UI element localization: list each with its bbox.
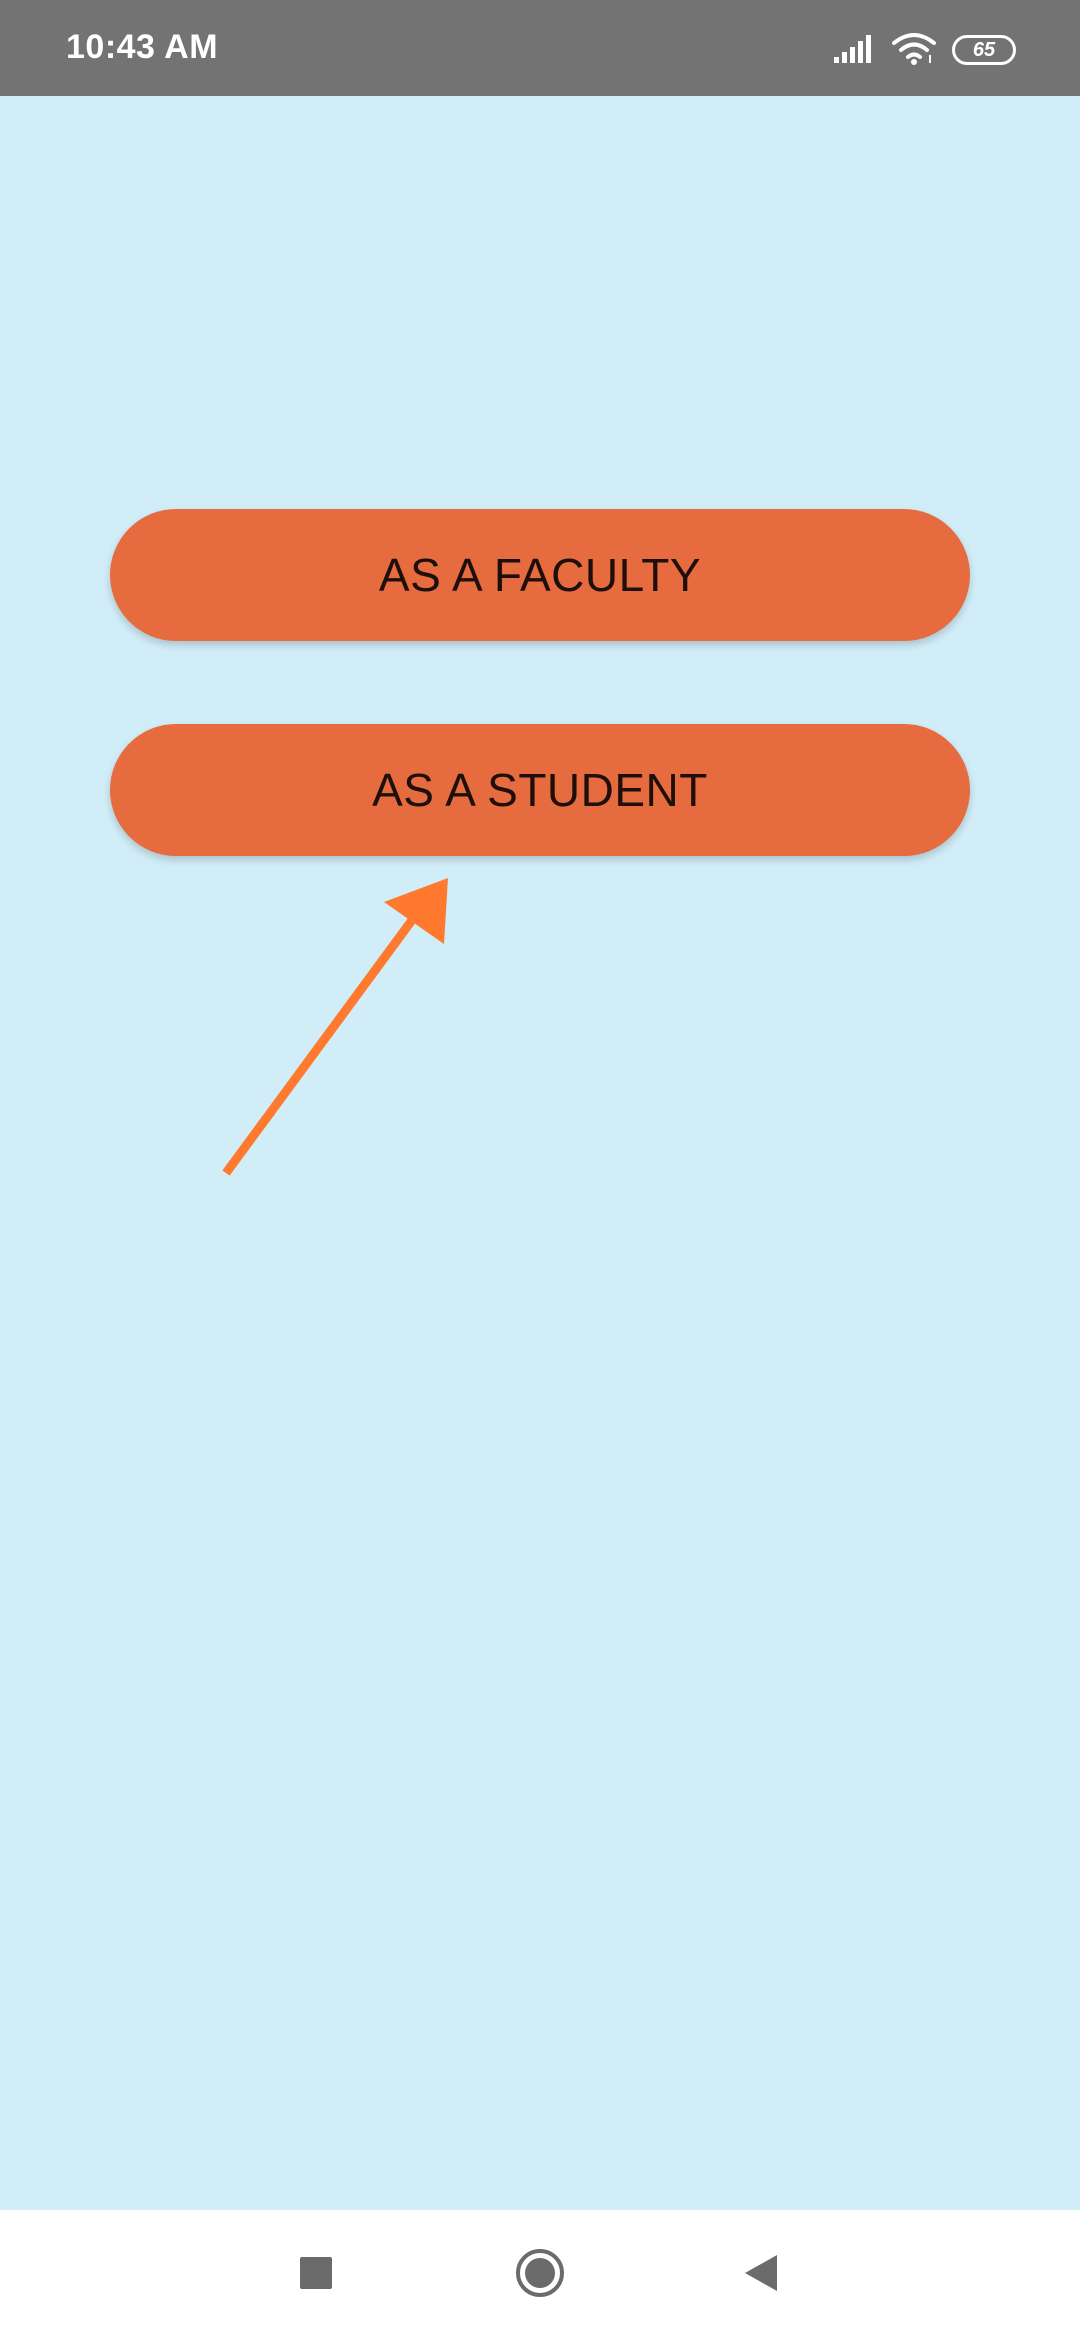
role-selection: AS A FACULTY AS A STUDENT	[0, 96, 1080, 2210]
status-time: 10:43 AM	[66, 28, 219, 66]
navigation-bar	[0, 2210, 1080, 2340]
battery-level: 65	[972, 38, 996, 61]
battery-icon: 65	[952, 35, 1016, 65]
status-icons: 65	[834, 30, 1016, 70]
wifi-icon	[892, 31, 936, 70]
back-button[interactable]	[726, 2240, 796, 2310]
student-button[interactable]: AS A STUDENT	[110, 724, 970, 856]
home-icon	[514, 2247, 566, 2304]
faculty-button[interactable]: AS A FACULTY	[110, 509, 970, 641]
back-icon	[743, 2253, 779, 2298]
recents-button[interactable]	[281, 2240, 351, 2310]
recents-icon	[299, 2256, 333, 2295]
status-bar: 10:43 AM 65	[0, 0, 1080, 96]
signal-icon	[834, 33, 876, 68]
home-button[interactable]	[505, 2240, 575, 2310]
app-screen: 10:43 AM 65 AS A FACULTY AS A STUDENT	[0, 0, 1080, 2340]
